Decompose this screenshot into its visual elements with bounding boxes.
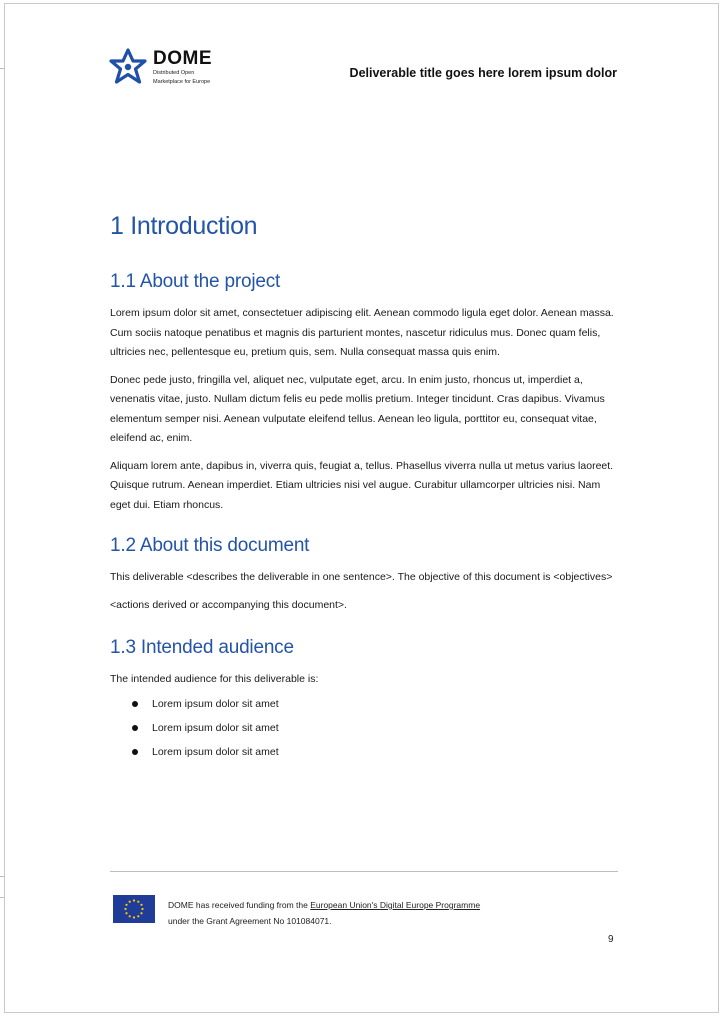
section-title: 1.2 About this document	[110, 535, 310, 556]
list-item-text: Lorem ipsum dolor sit amet	[152, 721, 279, 734]
grant-agreement: under the Grant Agreement No 101084071.	[168, 916, 332, 926]
eu-programme-link[interactable]: European Union's Digital Europe Programm…	[310, 900, 480, 910]
logo-subtitle-line2: Marketplace for Europe	[153, 78, 211, 85]
deliverable-title: Deliverable title goes here lorem ipsum …	[349, 66, 617, 80]
crop-mark	[0, 68, 4, 69]
paragraph: This deliverable <describes the delivera…	[110, 571, 613, 583]
page-number: 9	[608, 934, 614, 945]
paragraph: Lorem ipsum dolor sit amet, consectetuer…	[110, 307, 614, 358]
paragraph: The intended audience for this deliverab…	[110, 673, 319, 685]
list-item: Lorem ipsum dolor sit amet	[110, 740, 620, 764]
funding-statement: DOME has received funding from the Europ…	[168, 897, 480, 929]
section-title: 1.3 Intended audience	[110, 637, 294, 658]
paragraph: Aliquam lorem ante, dapibus in, viverra …	[110, 459, 614, 511]
list-item: Lorem ipsum dolor sit amet	[110, 716, 620, 740]
audience-list: Lorem ipsum dolor sit amet Lorem ipsum d…	[110, 692, 620, 764]
crop-mark	[0, 876, 4, 877]
section-about-document: 1.2 About this document This deliverable…	[110, 535, 620, 615]
section-intended-audience: 1.3 Intended audience The intended audie…	[110, 637, 620, 764]
paragraph: <actions derived or accompanying this do…	[110, 598, 347, 611]
list-item-text: Lorem ipsum dolor sit amet	[152, 697, 279, 710]
main-content: 1 Introduction 1.1 About the project Lor…	[110, 212, 620, 784]
bullet-icon	[132, 700, 138, 707]
funding-prefix: DOME has received funding from the	[168, 900, 311, 910]
logo-subtitle-line1: Distributed Open	[153, 70, 195, 76]
chapter-title: 1 Introduction	[110, 212, 258, 240]
list-item: Lorem ipsum dolor sit amet	[110, 692, 620, 716]
crop-mark	[0, 897, 4, 898]
logo-title: DOME	[153, 48, 212, 69]
bullet-icon	[132, 748, 138, 755]
eu-flag-icon	[113, 895, 155, 923]
section-title: 1.1 About the project	[110, 271, 281, 292]
dome-logo: DOME Distributed Open Marketplace for Eu…	[108, 48, 212, 86]
dome-star-logo-icon	[109, 48, 147, 84]
footer-divider	[110, 871, 618, 872]
bullet-icon	[132, 724, 138, 731]
paragraph: Donec pede justo, fringilla vel, aliquet…	[110, 373, 605, 445]
section-about-project: 1.1 About the project Lorem ipsum dolor …	[110, 271, 620, 515]
list-item-text: Lorem ipsum dolor sit amet	[152, 745, 279, 758]
